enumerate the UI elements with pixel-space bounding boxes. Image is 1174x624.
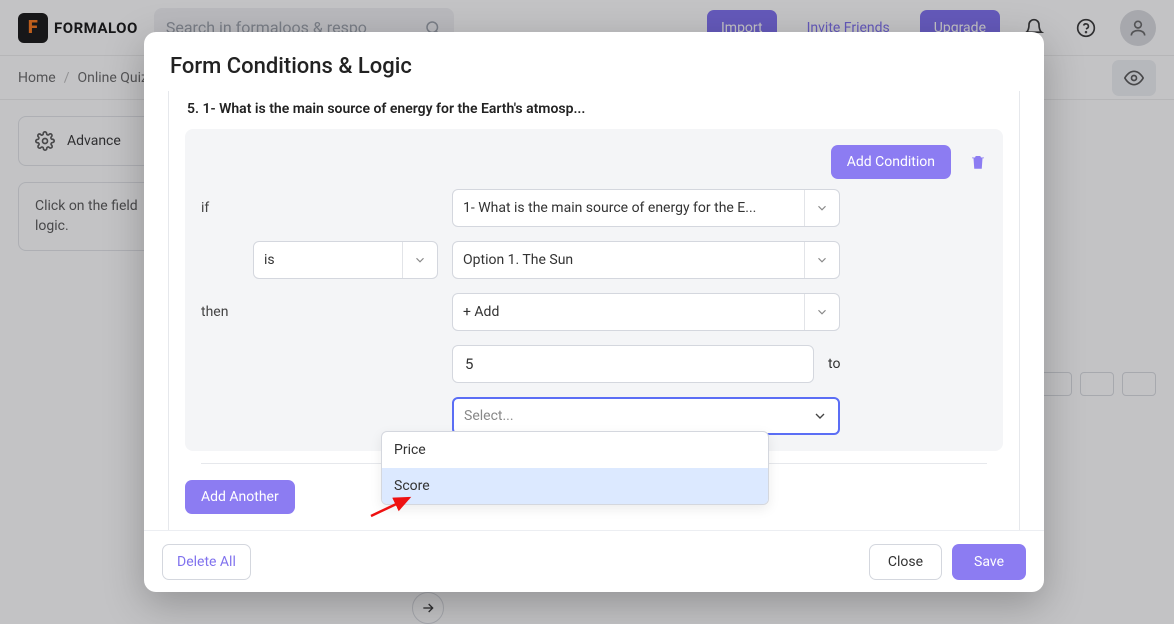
save-button[interactable]: Save [952,544,1026,580]
condition-block: Add Condition if 1- What is the main sou… [185,129,1003,451]
question-title: 5. 1- What is the main source of energy … [185,91,1003,129]
to-label: to [828,356,840,372]
value-select[interactable]: Option 1. The Sun [452,241,840,279]
dropdown-option-score[interactable]: Score [382,468,768,504]
chevron-down-icon [804,294,829,330]
condition-field-select[interactable]: 1- What is the main source of energy for… [452,189,840,227]
chevron-down-icon [402,242,427,278]
operator-value: is [264,252,275,268]
if-label: if [201,200,239,216]
operator-select[interactable]: is [253,241,438,279]
add-another-button[interactable]: Add Another [185,480,295,514]
chevron-down-icon [802,399,828,433]
then-label: then [201,304,239,320]
modal-title: Form Conditions & Logic [144,32,1044,91]
logic-modal: Form Conditions & Logic 5. 1- What is th… [144,32,1044,592]
action-select-value: + Add [463,304,499,320]
condition-field-value: 1- What is the main source of energy for… [463,200,756,216]
target-select-placeholder: Select... [464,408,514,424]
trash-icon[interactable] [969,153,987,171]
chevron-down-icon [804,190,829,226]
close-button[interactable]: Close [869,544,942,580]
modal-footer: Delete All Close Save [144,530,1044,592]
value-select-value: Option 1. The Sun [463,252,573,268]
chevron-down-icon [804,242,829,278]
target-select[interactable]: Select... [452,397,840,435]
delete-all-button[interactable]: Delete All [162,544,251,580]
dropdown-option-price[interactable]: Price [382,432,768,468]
amount-input[interactable] [452,345,814,383]
target-select-dropdown: Price Score [381,431,769,505]
add-condition-button[interactable]: Add Condition [831,145,951,179]
action-select[interactable]: + Add [452,293,840,331]
